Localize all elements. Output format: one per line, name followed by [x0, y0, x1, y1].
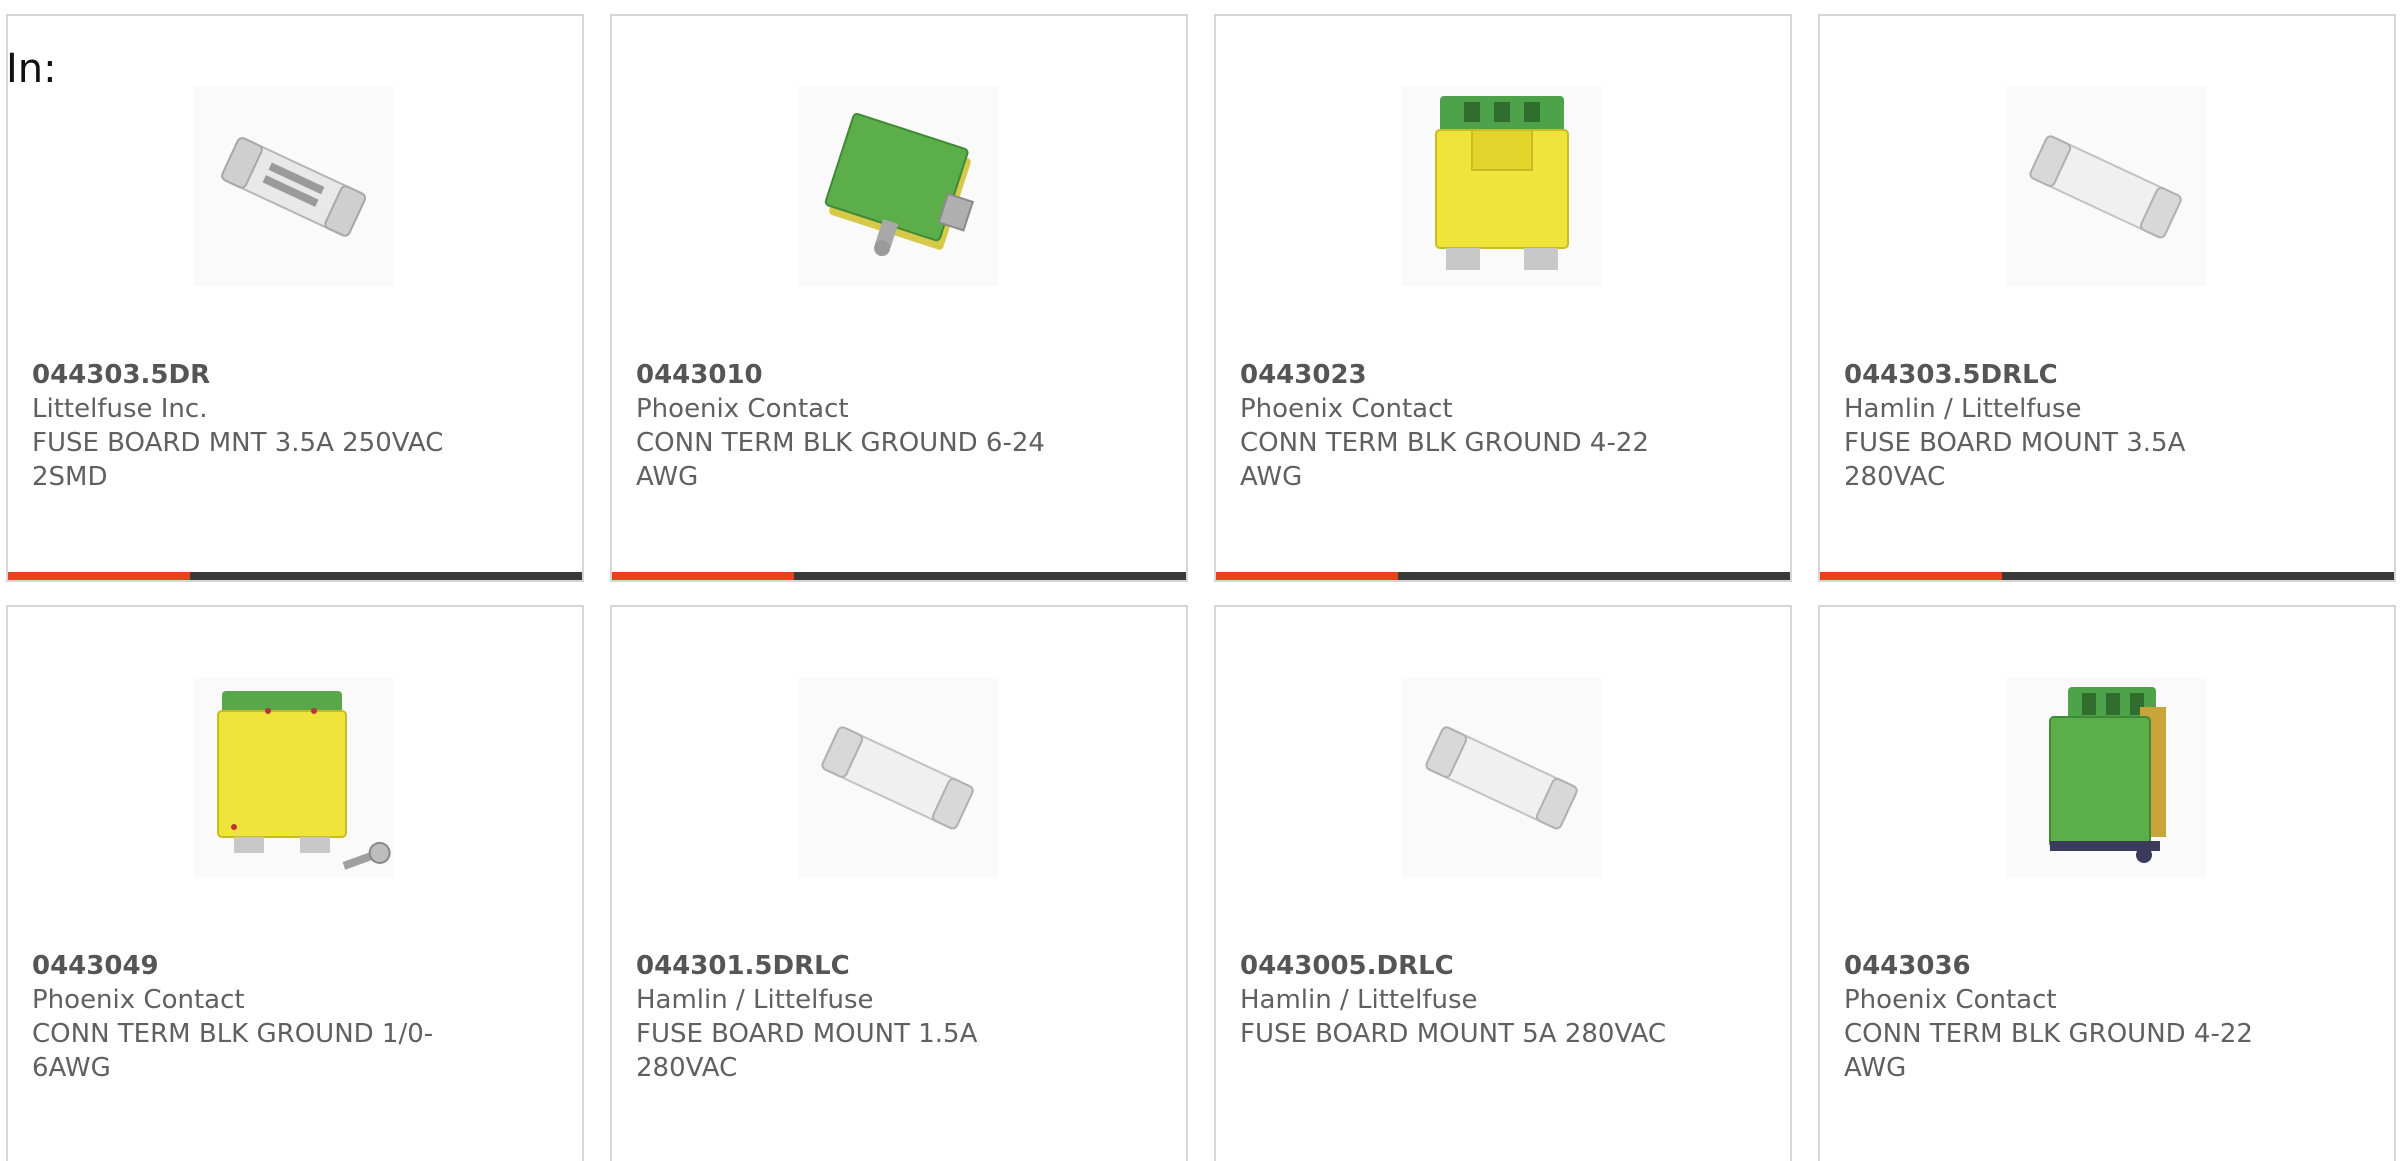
description: CONN TERM BLK GROUND 6-24 AWG — [636, 428, 1045, 492]
manufacturer: Hamlin / Littelfuse — [1240, 985, 1478, 1015]
terminal-block-icon — [2006, 677, 2206, 877]
description: FUSE BOARD MOUNT 5A 280VAC — [1240, 1019, 1667, 1049]
fuse-icon — [798, 677, 998, 877]
manufacturer: Phoenix Contact — [1844, 985, 2057, 1015]
card-bar — [8, 572, 582, 580]
product-card[interactable]: 0443049 Phoenix Contact CONN TERM BLK GR… — [6, 605, 584, 1161]
description: FUSE BOARD MOUNT 3.5A 280VAC — [1844, 428, 2186, 492]
description: CONN TERM BLK GROUND 1/0-6AWG — [32, 1019, 434, 1083]
description: FUSE BOARD MNT 3.5A 250VAC 2SMD — [32, 428, 444, 492]
part-number[interactable]: 0443049 — [32, 949, 462, 983]
product-card[interactable]: 0443023 Phoenix Contact CONN TERM BLK GR… — [1214, 14, 1792, 582]
fuse-icon — [2006, 86, 2206, 286]
part-number[interactable]: 044301.5DRLC — [636, 949, 1066, 983]
card-bar-accent — [1216, 572, 1398, 580]
manufacturer: Phoenix Contact — [636, 394, 849, 424]
card-bar-accent — [1820, 572, 2002, 580]
description: CONN TERM BLK GROUND 4-22 AWG — [1240, 428, 1649, 492]
product-card[interactable]: 0443005.DRLC Hamlin / Littelfuse FUSE BO… — [1214, 605, 1792, 1161]
manufacturer: Hamlin / Littelfuse — [636, 985, 874, 1015]
product-card[interactable]: 0443010 Phoenix Contact CONN TERM BLK GR… — [610, 14, 1188, 582]
product-grid-page: In: 044303.5DR Littelfuse Inc. FUSE BOAR… — [0, 0, 2400, 1161]
fuse-icon — [1402, 677, 1602, 877]
card-bar — [1820, 572, 2394, 580]
card-bar-accent — [8, 572, 190, 580]
description: CONN TERM BLK GROUND 4-22 AWG — [1844, 1019, 2253, 1083]
part-number[interactable]: 0443023 — [1240, 358, 1670, 392]
terminal-block-icon — [194, 677, 394, 877]
part-number[interactable]: 0443010 — [636, 358, 1066, 392]
in-label: In: — [6, 46, 57, 92]
terminal-block-icon — [798, 86, 998, 286]
product-card[interactable]: 044303.5DRLC Hamlin / Littelfuse FUSE BO… — [1818, 14, 2396, 582]
fuse-icon — [194, 86, 394, 286]
product-card[interactable]: 044303.5DR Littelfuse Inc. FUSE BOARD MN… — [6, 14, 584, 582]
part-number[interactable]: 0443036 — [1844, 949, 2274, 983]
terminal-block-icon — [1402, 86, 1602, 286]
manufacturer: Phoenix Contact — [32, 985, 245, 1015]
card-bar — [612, 572, 1186, 580]
part-number[interactable]: 044303.5DRLC — [1844, 358, 2274, 392]
card-bar-accent — [612, 572, 794, 580]
card-bar — [1216, 572, 1790, 580]
manufacturer: Phoenix Contact — [1240, 394, 1453, 424]
manufacturer: Hamlin / Littelfuse — [1844, 394, 2082, 424]
part-number[interactable]: 0443005.DRLC — [1240, 949, 1670, 983]
product-card[interactable]: 0443036 Phoenix Contact CONN TERM BLK GR… — [1818, 605, 2396, 1161]
manufacturer: Littelfuse Inc. — [32, 394, 208, 424]
description: FUSE BOARD MOUNT 1.5A 280VAC — [636, 1019, 978, 1083]
part-number[interactable]: 044303.5DR — [32, 358, 462, 392]
product-card[interactable]: 044301.5DRLC Hamlin / Littelfuse FUSE BO… — [610, 605, 1188, 1161]
